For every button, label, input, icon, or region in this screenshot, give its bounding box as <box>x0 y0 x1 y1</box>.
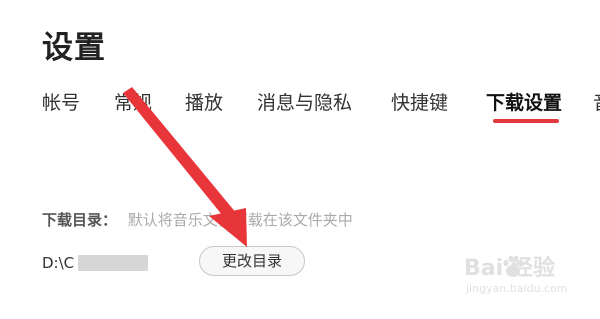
tab-audio-partial[interactable]: 音 <box>593 88 600 115</box>
path-redacted-block <box>78 255 149 271</box>
baidu-watermark: Bai 经验 jingyan.baidu.com <box>462 250 592 302</box>
download-directory-hint: 默认将音乐文件下载在该文件夹中 <box>127 211 353 229</box>
tab-playback[interactable]: 播放 <box>185 88 223 115</box>
tab-messages-privacy[interactable]: 消息与隐私 <box>257 88 352 115</box>
watermark-url: jingyan.baidu.com <box>466 282 568 295</box>
tab-shortcuts[interactable]: 快捷键 <box>391 88 448 115</box>
download-path: D:\C <box>42 254 75 272</box>
change-directory-button[interactable]: 更改目录 <box>199 246 305 276</box>
tab-account[interactable]: 帐号 <box>42 88 80 115</box>
tab-general[interactable]: 常规 <box>114 88 152 115</box>
active-tab-indicator <box>493 119 559 123</box>
download-path-row: D:\C <box>42 252 149 274</box>
download-directory-label: 下载目录： <box>42 211 118 229</box>
page-title: 设置 <box>42 30 106 66</box>
download-directory-row: 下载目录： 默认将音乐文件下载在该文件夹中 <box>42 209 353 230</box>
tab-download-settings[interactable]: 下载设置 <box>486 88 562 115</box>
baidu-paw-icon <box>503 255 524 277</box>
